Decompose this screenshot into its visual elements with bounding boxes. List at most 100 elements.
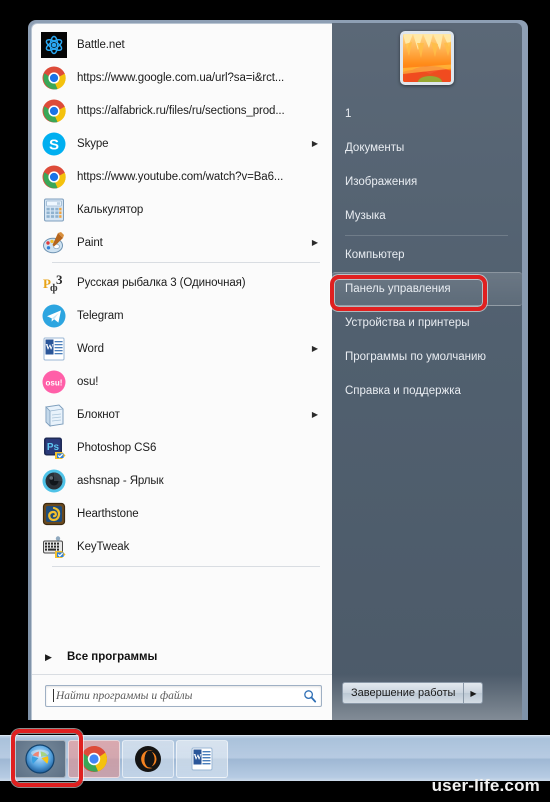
program-label: ashsnap - Ярлык (77, 474, 164, 487)
triangle-right-icon: ▶ (470, 688, 477, 698)
right-panel-item-label: Справка и поддержка (345, 385, 461, 397)
word-icon: W (41, 336, 67, 362)
chevron-right-icon[interactable]: ▶ (310, 238, 320, 247)
notepad-icon (45, 403, 64, 427)
program-item[interactable]: https://www.youtube.com/watch?v=Ba6... (32, 160, 332, 193)
right-panel-items: Документы Изображения Музыка Компьютер Панел… (332, 131, 522, 408)
user-name-item[interactable]: 1 (332, 97, 522, 131)
taskbar: W (0, 735, 550, 781)
right-panel-item[interactable]: Справка и поддержка (332, 374, 522, 408)
paint-icon (41, 230, 67, 256)
chrome-icon (41, 98, 67, 124)
right-panel-item-label: Устройства и принтеры (345, 317, 470, 329)
program-label: Battle.net (77, 38, 125, 51)
hearthstone-icon (42, 502, 66, 525)
program-label: https://alfabrick.ru/files/ru/sections_p… (77, 104, 285, 117)
opera-icon (135, 745, 161, 772)
text-caret (53, 689, 54, 702)
calculator-icon (44, 198, 64, 221)
right-panel-item[interactable]: Музыка (332, 199, 522, 233)
program-label: Skype (77, 137, 109, 150)
chevron-right-icon[interactable]: ▶ (310, 344, 320, 353)
separator (52, 566, 320, 567)
program-label: KeyTweak (77, 540, 130, 553)
shutdown-label: Завершение работы (351, 687, 456, 699)
program-item[interactable]: Калькулятор (32, 193, 332, 226)
hearthstone-icon (41, 501, 67, 527)
program-item[interactable]: Hearthstone (32, 497, 332, 530)
start-menu-right-panel: 1 Документы Изображения Музыка Компьютер Пан… (332, 23, 522, 720)
right-panel-item-label: Музыка (345, 210, 386, 222)
user-name-label: 1 (345, 108, 352, 120)
right-panel-item[interactable]: Компьютер (332, 238, 522, 272)
program-item[interactable]: Блокнот ▶ (32, 398, 332, 431)
program-item[interactable]: https://www.google.com.ua/url?sa=i&rct..… (32, 61, 332, 94)
right-panel-item[interactable]: Панель управления (332, 272, 522, 306)
right-panel-item[interactable]: Изображения (332, 165, 522, 199)
right-panel-item[interactable]: Документы (332, 131, 522, 165)
right-panel-item[interactable]: Программы по умолчанию (332, 340, 522, 374)
search-input[interactable]: Найти программы и файлы (45, 684, 322, 707)
shutdown-options-button[interactable]: ▶ (464, 682, 484, 704)
chrome-icon (42, 66, 66, 89)
program-item[interactable]: ashsnap - Ярлык (32, 464, 332, 497)
separator (52, 262, 320, 263)
start-menu-body: Battle.net https://www.google.com.ua/url… (31, 23, 525, 720)
avatar[interactable] (400, 31, 454, 85)
program-label: Photoshop CS6 (77, 441, 157, 454)
program-label: https://www.google.com.ua/url?sa=i&rct..… (77, 71, 285, 84)
notepad-icon (41, 402, 67, 428)
battlenet-icon (41, 31, 67, 58)
program-item[interactable]: https://alfabrick.ru/files/ru/sections_p… (32, 94, 332, 127)
program-item[interactable]: Ps Photoshop CS6 (32, 431, 332, 464)
svg-text:Ps: Ps (47, 442, 60, 453)
program-item[interactable]: W Word ▶ (32, 332, 332, 365)
program-item[interactable]: S Skype ▶ (32, 127, 332, 160)
windows-orb-icon (25, 743, 55, 774)
word-icon: W (43, 337, 65, 360)
paint-icon (43, 231, 64, 253)
chrome-icon (81, 745, 108, 772)
fishing-icon: Р ф 3 (43, 272, 63, 294)
ashsnap-icon (41, 468, 67, 494)
program-item[interactable]: Battle.net (32, 28, 332, 61)
shutdown-bar: Завершение работы ▶ (332, 674, 522, 720)
opera-taskbar-button[interactable] (122, 739, 174, 778)
program-label: Paint (77, 236, 103, 249)
osu-icon: osu! (42, 370, 66, 393)
all-programs-label: Все программы (67, 651, 158, 663)
program-label: Telegram (77, 309, 124, 322)
chevron-right-icon[interactable]: ▶ (310, 410, 320, 419)
chevron-right-icon[interactable]: ▶ (310, 139, 320, 148)
chrome-icon (42, 165, 66, 188)
program-label: https://www.youtube.com/watch?v=Ba6... (77, 170, 284, 183)
photoshop-icon: Ps (41, 435, 67, 461)
fishing-icon: Р ф 3 (41, 270, 67, 296)
right-panel-item[interactable]: Устройства и принтеры (332, 306, 522, 340)
chrome-taskbar-button[interactable] (68, 739, 120, 778)
word-taskbar-button[interactable]: W (176, 739, 228, 778)
all-programs-button[interactable]: ▶ Все программы (32, 640, 332, 674)
right-panel-item-label: Панель управления (345, 283, 451, 295)
chrome-icon (41, 164, 67, 190)
program-item[interactable]: Р ф 3 Русская рыбалка 3 (Одиночная) (32, 266, 332, 299)
program-item[interactable]: osu! osu! (32, 365, 332, 398)
chrome-icon (42, 99, 66, 122)
svg-text:S: S (49, 136, 59, 153)
program-item[interactable]: Telegram (32, 299, 332, 332)
program-label: Русская рыбалка 3 (Одиночная) (77, 276, 246, 289)
program-item[interactable]: Paint ▶ (32, 226, 332, 259)
shutdown-button[interactable]: Завершение работы (342, 682, 465, 704)
separator (345, 235, 508, 236)
start-menu-left-panel: Battle.net https://www.google.com.ua/url… (31, 23, 332, 720)
program-label: Калькулятор (77, 203, 144, 216)
pinned-programs-list: Battle.net https://www.google.com.ua/url… (32, 24, 332, 640)
program-item[interactable]: KeyTweak (32, 530, 332, 563)
search-icon[interactable] (303, 689, 317, 703)
start-menu: Battle.net https://www.google.com.ua/url… (28, 20, 528, 720)
telegram-icon (41, 303, 67, 329)
start-orb-button[interactable] (14, 739, 66, 778)
osu-icon: osu! (41, 369, 67, 395)
battlenet-icon (41, 31, 67, 58)
svg-text:osu!: osu! (46, 378, 63, 387)
